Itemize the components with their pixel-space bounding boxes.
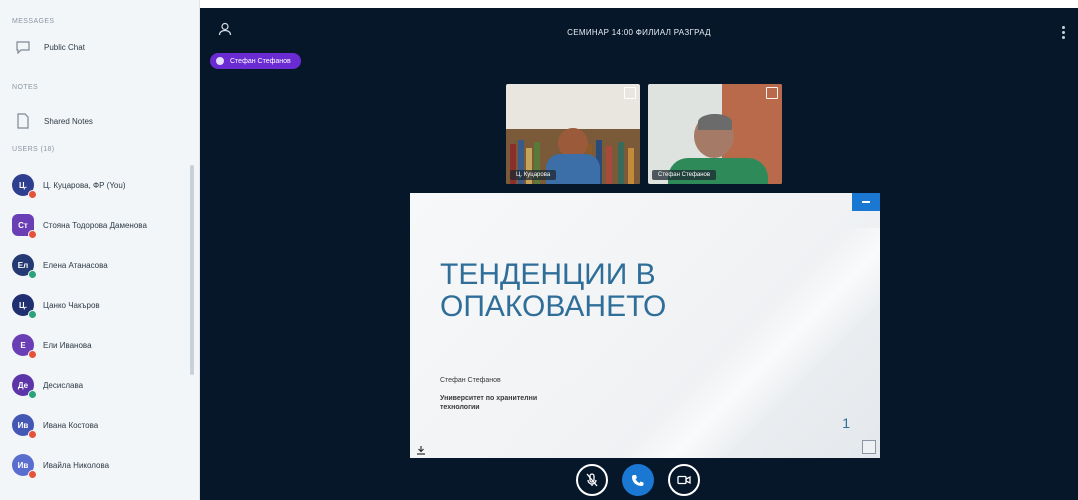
avatar: Дe (12, 374, 37, 399)
presenter-name: Стефан Стефанов (230, 57, 291, 65)
user-list-scrollbar[interactable] (190, 165, 194, 375)
participant-hair (698, 114, 732, 130)
status-indicator (28, 430, 37, 439)
avatar: Ел (12, 254, 37, 279)
minus-icon (862, 201, 870, 203)
avatar: Ив (12, 414, 37, 439)
slide-org-line: технологии (440, 404, 480, 411)
meeting-title: СЕМИНАР 14:00 ФИЛИАЛ РАЗГРАД (567, 28, 711, 37)
status-indicator (28, 190, 37, 199)
expand-icon[interactable] (766, 87, 778, 99)
notes-section-label: NOTES (12, 84, 39, 91)
sidebar: MESSAGES Public Chat NOTES Shared Notes … (0, 0, 200, 500)
user-name: Ивана Костова (43, 420, 99, 430)
user-name: Стояна Тодорова Даменова (43, 220, 147, 230)
avatar: Ц. (12, 294, 37, 319)
app-root: MESSAGES Public Chat NOTES Shared Notes … (0, 0, 1078, 500)
main-stage: СЕМИНАР 14:00 ФИЛИАЛ РАЗГРАД Стефан Стеф… (200, 8, 1078, 500)
user-item[interactable]: Ив Ивайла Николова (12, 445, 190, 485)
shared-notes-item[interactable]: Shared Notes (12, 108, 93, 134)
slide-org-line: Университет по хранителни (440, 395, 538, 402)
status-indicator (28, 470, 37, 479)
slide-title-line: ОПАКОВАНЕТО (440, 290, 667, 323)
minimize-presentation-button[interactable] (852, 193, 880, 211)
user-item[interactable]: Ц. Ц. Куцарова, ФР (You) (12, 165, 190, 205)
user-name: Елена Атанасова (43, 260, 108, 270)
top-bar: СЕМИНАР 14:00 ФИЛИАЛ РАЗГРАД (200, 8, 1078, 48)
user-item[interactable]: Дe Десислава (12, 365, 190, 405)
video-tile[interactable]: Стефан Стефанов (648, 84, 782, 184)
users-section-label: USERS (18) (12, 146, 55, 153)
status-indicator (28, 390, 37, 399)
user-list: Ц. Ц. Куцарова, ФР (You) Ст Стояна Тодор… (12, 165, 190, 485)
user-item[interactable]: Е Ели Иванова (12, 325, 190, 365)
slide-organization: Университет по хранителни технологии (440, 394, 600, 412)
public-chat-item[interactable]: Public Chat (12, 34, 85, 60)
slide-title-line: ТЕНДЕНЦИИ В (440, 258, 656, 291)
status-indicator (28, 350, 37, 359)
media-controls (576, 464, 700, 496)
user-name: Цанко Чакъров (43, 300, 100, 310)
avatar-initials: Дe (17, 380, 29, 390)
leave-audio-button[interactable] (622, 464, 654, 496)
video-tile[interactable]: Ц. Куцарова (506, 84, 640, 184)
video-name-label: Ц. Куцарова (510, 170, 557, 180)
slide-author: Стефан Стефанов (440, 377, 501, 384)
user-item[interactable]: Ив Ивана Костова (12, 405, 190, 445)
status-indicator (28, 230, 37, 239)
public-chat-label: Public Chat (44, 42, 85, 52)
presentation-slide[interactable]: ТЕНДЕНЦИИ В ОПАКОВАНЕТО Стефан Стефанов … (410, 193, 880, 458)
presenter-badge: Стефан Стефанов (210, 53, 301, 69)
avatar-initials: Ц. (18, 300, 28, 310)
avatar: Ив (12, 454, 37, 479)
camera-icon (677, 475, 691, 485)
status-indicator (28, 270, 37, 279)
phone-icon (632, 475, 644, 486)
share-webcam-button[interactable] (668, 464, 700, 496)
user-name: Ивайла Николова (43, 460, 110, 470)
user-item[interactable]: Ст Стояна Тодорова Даменова (12, 205, 190, 245)
avatar: Е (12, 334, 37, 359)
user-item[interactable]: Ел Елена Атанасова (12, 245, 190, 285)
user-name: Десислава (43, 380, 84, 390)
avatar: Ст (12, 214, 37, 239)
avatar: Ц. (12, 174, 37, 199)
avatar-initials: Ив (17, 420, 29, 430)
avatar-initials: Ст (18, 220, 28, 230)
avatar-initials: Е (20, 340, 26, 350)
mic-icon (216, 57, 224, 65)
avatar-initials: Ц. (18, 180, 28, 190)
video-name-label: Стефан Стефанов (652, 170, 717, 180)
messages-section-label: MESSAGES (12, 18, 55, 25)
notes-icon (12, 110, 34, 132)
mute-button[interactable] (576, 464, 608, 496)
user-name: Ели Иванова (43, 340, 92, 350)
user-name: Ц. Куцарова, ФР (You) (43, 180, 126, 190)
shared-notes-label: Shared Notes (44, 116, 93, 126)
status-indicator (28, 310, 37, 319)
user-item[interactable]: Ц. Цанко Чакъров (12, 285, 190, 325)
avatar-initials: Ел (17, 260, 29, 270)
expand-icon[interactable] (624, 87, 636, 99)
download-icon[interactable] (416, 442, 426, 455)
chat-bubble-icon (12, 36, 34, 58)
options-menu-icon[interactable] (1062, 26, 1066, 40)
fullscreen-icon[interactable] (862, 440, 876, 454)
slide-title: ТЕНДЕНЦИИ В ОПАКОВАНЕТО (440, 259, 666, 323)
mic-off-icon (586, 473, 598, 487)
slide-page-number: 1 (842, 415, 850, 431)
avatar-initials: Ив (17, 460, 29, 470)
